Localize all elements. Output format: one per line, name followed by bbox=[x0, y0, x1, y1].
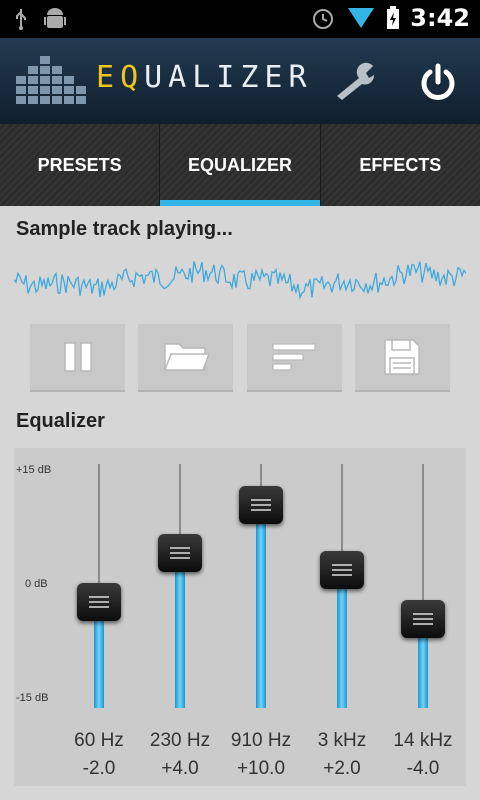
band-frequency: 60 Hz bbox=[74, 730, 124, 751]
track-status: Sample track playing... bbox=[16, 218, 233, 240]
app-bar: EQUALIZER bbox=[0, 38, 480, 124]
tab-presets[interactable]: PRESETS bbox=[0, 124, 161, 206]
power-button[interactable] bbox=[412, 56, 464, 108]
app-title-second: Q bbox=[120, 60, 145, 95]
band-slider-handle[interactable] bbox=[158, 534, 202, 573]
app-title: EQUALIZER bbox=[96, 60, 313, 95]
eq-band: 910 Hz +10.0 bbox=[221, 448, 301, 786]
wifi-icon bbox=[348, 8, 375, 28]
band-frequency: 230 Hz bbox=[149, 730, 211, 751]
playlist-button[interactable] bbox=[246, 324, 342, 392]
app-title-first: E bbox=[96, 60, 121, 95]
band-fill bbox=[175, 553, 185, 708]
alarm-icon bbox=[313, 9, 334, 29]
band-frequency: 910 Hz bbox=[230, 730, 292, 751]
band-gain: +4.0 bbox=[161, 758, 199, 779]
band-slider-handle[interactable] bbox=[401, 599, 445, 638]
list-icon bbox=[272, 343, 316, 371]
tab-effects[interactable]: EFFECTS bbox=[321, 124, 480, 206]
equalizer-heading: Equalizer bbox=[16, 410, 105, 432]
tab-bar: PRESETS EQUALIZER EFFECTS bbox=[0, 124, 480, 206]
band-frequency: 14 kHz bbox=[393, 730, 453, 751]
waveform bbox=[14, 261, 466, 300]
pause-button[interactable] bbox=[30, 324, 125, 392]
save-disk-icon bbox=[384, 339, 421, 375]
band-fill bbox=[256, 504, 266, 708]
tab-equalizer[interactable]: EQUALIZER bbox=[160, 124, 321, 206]
equalizer-logo-icon bbox=[16, 56, 86, 104]
settings-button[interactable] bbox=[330, 56, 382, 108]
battery-icon bbox=[387, 6, 400, 29]
band-fill bbox=[337, 569, 347, 708]
band-slider-handle[interactable] bbox=[320, 550, 364, 589]
db-label-top: +15 dB bbox=[16, 464, 52, 476]
db-label-mid: 0 dB bbox=[25, 578, 48, 590]
wrench-icon bbox=[337, 62, 375, 100]
power-icon bbox=[421, 63, 455, 100]
save-button[interactable] bbox=[354, 324, 450, 392]
grip-icon bbox=[413, 612, 433, 625]
eq-band: 230 Hz +4.0 bbox=[140, 448, 220, 786]
band-slider-handle[interactable] bbox=[239, 485, 283, 524]
usb-icon bbox=[16, 9, 26, 30]
status-bar: 3:42 bbox=[0, 0, 480, 38]
equalizer-panel: +15 dB 0 dB -15 dB 60 Hz -2.0 230 Hz +4.… bbox=[14, 448, 466, 786]
eq-band: 3 kHz +2.0 bbox=[302, 448, 382, 786]
db-label-bottom: -15 dB bbox=[16, 692, 49, 704]
band-gain: -2.0 bbox=[82, 758, 116, 779]
grip-icon bbox=[251, 498, 271, 511]
band-gain: +10.0 bbox=[236, 758, 286, 779]
band-gain: -4.0 bbox=[406, 758, 440, 779]
grip-icon bbox=[332, 563, 352, 576]
eq-band: 14 kHz -4.0 bbox=[383, 448, 463, 786]
band-gain: +2.0 bbox=[323, 758, 361, 779]
eq-band: 60 Hz -2.0 bbox=[59, 448, 139, 786]
app-title-rest: UALIZER bbox=[144, 60, 313, 95]
player-controls bbox=[30, 324, 450, 392]
android-debug-icon bbox=[44, 8, 66, 28]
band-slider-handle[interactable] bbox=[77, 583, 121, 622]
open-folder-button[interactable] bbox=[138, 324, 234, 392]
folder-icon bbox=[163, 343, 209, 371]
clock: 3:42 bbox=[410, 4, 470, 32]
pause-icon bbox=[63, 342, 92, 372]
grip-icon bbox=[89, 596, 109, 609]
band-frequency: 3 kHz bbox=[317, 730, 367, 751]
grip-icon bbox=[170, 547, 190, 560]
